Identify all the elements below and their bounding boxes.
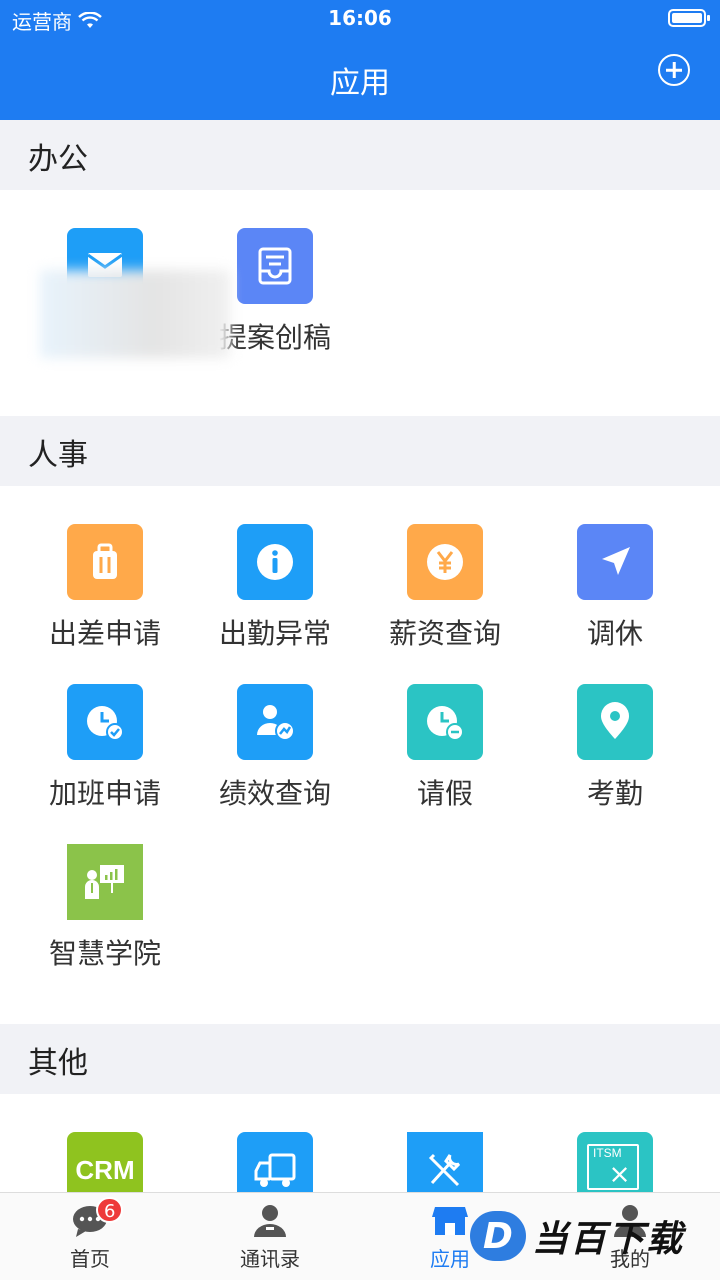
app-item-academy[interactable]: 智慧学院 <box>20 844 190 1004</box>
page-title: 应用 <box>330 66 390 101</box>
watermark-logo: D <box>470 1211 526 1261</box>
section-header-office: 办公 <box>0 120 720 190</box>
app-item-tools[interactable] <box>360 1132 530 1192</box>
app-label: 出勤异常 <box>218 617 331 650</box>
app-label: 考勤 <box>586 777 643 810</box>
section-header-other: 其他 <box>0 1024 720 1094</box>
app-label: 智慧学院 <box>48 937 161 970</box>
yen-coin-icon <box>407 524 483 600</box>
app-item-crm[interactable]: CRM <box>20 1132 190 1192</box>
person-chart-icon <box>237 684 313 760</box>
contacts-person-icon <box>254 1205 286 1237</box>
app-label: 请假 <box>416 777 473 810</box>
tools-icon <box>407 1132 483 1192</box>
app-label: 加班申请 <box>48 777 161 810</box>
app-label: 薪资查询 <box>388 617 501 650</box>
app-item-leave[interactable]: 请假 <box>360 684 530 844</box>
tab-contacts[interactable]: 通讯录 <box>180 1193 360 1280</box>
app-list[interactable]: 办公 提案创稿 人事 出差申请 出勤异常 薪资查询 调休 加班申请 绩效查询 请… <box>0 120 720 1192</box>
app-label: 绩效查询 <box>218 777 331 810</box>
app-item-itsm[interactable]: ITSM <box>530 1132 700 1192</box>
navigation-arrow-icon <box>577 524 653 600</box>
inbox-tray-icon <box>237 228 313 304</box>
tab-home[interactable]: 6 首页 <box>0 1193 180 1280</box>
app-item-time-off[interactable]: 调休 <box>530 524 700 684</box>
section-hr: 出差申请 出勤异常 薪资查询 调休 加班申请 绩效查询 请假 考勤 智慧学院 <box>0 486 720 1024</box>
app-item-salary[interactable]: 薪资查询 <box>360 524 530 684</box>
add-plus-icon[interactable] <box>658 54 690 86</box>
itsm-icon-text: ITSM <box>593 1146 622 1160</box>
watermark: D 当百下载 <box>470 1204 710 1268</box>
apps-store-icon <box>432 1207 468 1235</box>
tab-label: 通讯录 <box>240 1247 300 1271</box>
app-item-logistics[interactable] <box>190 1132 360 1192</box>
clock-minus-icon <box>407 684 483 760</box>
section-other: CRM ITSM <box>0 1094 720 1192</box>
location-pin-icon <box>577 684 653 760</box>
app-item-performance[interactable]: 绩效查询 <box>190 684 360 844</box>
itsm-icon: ITSM <box>577 1132 653 1192</box>
app-label: 调休 <box>586 617 643 650</box>
app-label: 出差申请 <box>48 617 161 650</box>
battery-icon <box>668 9 710 27</box>
unread-badge: 6 <box>96 1197 124 1223</box>
crm-icon-text: CRM <box>75 1154 135 1185</box>
presentation-icon <box>67 844 143 920</box>
tab-label: 应用 <box>430 1247 470 1271</box>
suitcase-icon <box>67 524 143 600</box>
blurred-region <box>40 270 230 358</box>
app-item-overtime[interactable]: 加班申请 <box>20 684 190 844</box>
section-header-hr: 人事 <box>0 416 720 486</box>
info-icon <box>237 524 313 600</box>
status-time: 16:06 <box>328 6 392 30</box>
status-bar: 运营商 16:06 <box>0 0 720 36</box>
truck-icon <box>237 1132 313 1192</box>
app-item-business-trip[interactable]: 出差申请 <box>20 524 190 684</box>
nav-bar: 应用 <box>0 36 720 120</box>
crm-icon: CRM <box>67 1132 143 1192</box>
app-label: 提案创稿 <box>218 321 331 354</box>
app-item-check-in[interactable]: 考勤 <box>530 684 700 844</box>
app-item-attendance-exception[interactable]: 出勤异常 <box>190 524 360 684</box>
watermark-text: 当百下载 <box>532 1219 685 1260</box>
clock-check-icon <box>67 684 143 760</box>
tab-label: 首页 <box>70 1247 110 1271</box>
